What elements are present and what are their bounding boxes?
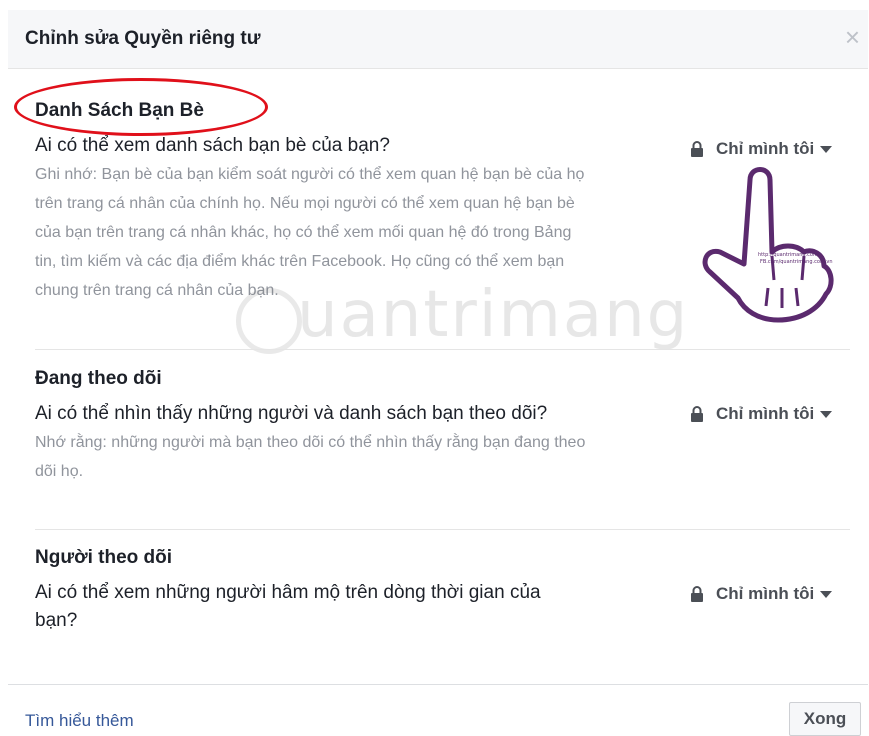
section-following: Đang theo dõi Ai có thể nhìn thấy những …: [35, 368, 850, 486]
lock-icon: [691, 141, 703, 157]
audience-label: Chỉ mình tôi: [716, 584, 815, 603]
dialog-title: Chỉnh sửa Quyền riêng tư: [25, 28, 261, 49]
pointing-hand-icon: http://quantrimang.com/ FB.com/quantrima…: [702, 167, 834, 323]
dialog-header: Chỉnh sửa Quyền riêng tư ×: [8, 10, 868, 69]
hand-caption-1: http://quantrimang.com/: [758, 252, 820, 258]
lock-icon: [691, 406, 703, 422]
section-divider: [35, 529, 850, 530]
privacy-dialog: Chỉnh sửa Quyền riêng tư × Danh Sách Bạn…: [0, 0, 869, 736]
section-title: Danh Sách Bạn Bè: [35, 100, 204, 121]
audience-selector[interactable]: Chỉ mình tôi: [690, 139, 833, 159]
section-title: Đang theo dõi: [35, 368, 162, 389]
footer-divider: [8, 684, 868, 685]
caret-down-icon: [820, 410, 833, 418]
section-note: Nhớ rằng: những người mà bạn theo dõi có…: [35, 434, 586, 480]
done-button[interactable]: Xong: [789, 702, 861, 736]
audience-label: Chỉ mình tôi: [716, 139, 815, 158]
audience-selector[interactable]: Chỉ mình tôi: [690, 584, 833, 604]
caret-down-icon: [820, 590, 833, 598]
section-divider: [35, 349, 850, 350]
close-icon[interactable]: ×: [845, 22, 860, 52]
audience-label: Chỉ mình tôi: [716, 404, 815, 423]
caret-down-icon: [820, 145, 833, 153]
section-question: Ai có thể nhìn thấy những người và danh …: [35, 403, 548, 424]
section-question: Ai có thể xem những người hâm mộ trên dò…: [35, 582, 541, 631]
audience-selector[interactable]: Chỉ mình tôi: [690, 404, 833, 424]
section-title: Người theo dõi: [35, 547, 173, 568]
hand-caption-2: FB.com/quantrimang.com.vn: [760, 259, 833, 265]
lock-icon: [691, 586, 703, 602]
learn-more-link[interactable]: Tìm hiểu thêm: [25, 711, 134, 731]
section-note: Ghi nhớ: Bạn bè của bạn kiểm soát người …: [35, 166, 585, 299]
section-question: Ai có thể xem danh sách bạn bè của bạn?: [35, 135, 390, 156]
